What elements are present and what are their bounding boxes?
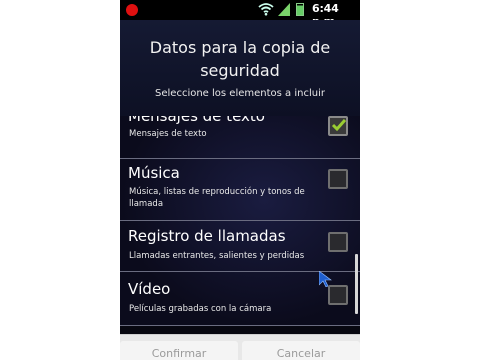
list-item-mensajes[interactable]: Mensajes de texto Mensajes de texto — [120, 116, 360, 159]
cancel-button-label: Cancelar — [276, 347, 326, 360]
dialog-subtitle: Seleccione los elementos a incluir — [155, 88, 325, 99]
item-title: Música — [128, 164, 180, 182]
item-description: Mensajes de texto — [129, 129, 207, 139]
checkmark-icon — [331, 119, 347, 132]
pointer-cursor-icon — [319, 271, 332, 287]
button-bar: Confirmar Cancelar — [120, 334, 360, 360]
phone-screen: 6:44 p.m. Datos para la copia de segurid… — [120, 0, 360, 360]
item-title: Registro de llamadas — [128, 227, 286, 245]
item-title: Mensajes de texto — [128, 116, 265, 125]
list-item-musica[interactable]: Música Música, listas de reproducción y … — [120, 158, 360, 221]
wifi-icon — [258, 3, 274, 16]
item-title: Vídeo — [128, 280, 171, 298]
item-description: Música, listas de reproducción y tonos d… — [129, 187, 305, 209]
battery-icon — [296, 3, 304, 16]
dialog-header: Datos para la copia de seguridad Selecci… — [120, 20, 360, 116]
checkbox-registro-llamadas[interactable] — [328, 232, 348, 252]
backup-item-list[interactable]: Mensajes de texto Mensajes de texto Músi… — [120, 116, 360, 326]
record-dot-icon — [126, 4, 138, 16]
checkbox-musica[interactable] — [328, 169, 348, 189]
checkbox-mensajes[interactable] — [328, 116, 348, 136]
scrollbar[interactable] — [355, 254, 358, 314]
dialog-title: Datos para la copia de seguridad — [149, 38, 331, 80]
confirm-button-label: Confirmar — [151, 347, 207, 360]
confirm-button[interactable]: Confirmar — [120, 341, 238, 360]
signal-icon — [278, 3, 290, 16]
item-description: Películas grabadas con la cámara — [129, 304, 272, 314]
checkbox-video[interactable] — [328, 285, 348, 305]
item-description: Llamadas entrantes, salientes y perdidas — [129, 251, 305, 261]
list-item-registro-llamadas[interactable]: Registro de llamadas Llamadas entrantes,… — [120, 221, 360, 272]
cancel-button[interactable]: Cancelar — [242, 341, 360, 360]
status-bar: 6:44 p.m. — [120, 0, 360, 28]
